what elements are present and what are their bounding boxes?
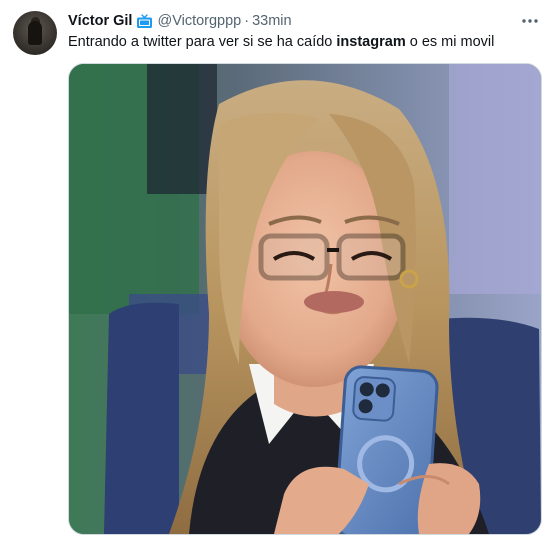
tv-icon [136, 13, 153, 29]
more-options-icon[interactable] [518, 13, 542, 29]
tweet-text: Entrando a twitter para ver si se ha caí… [68, 32, 494, 52]
tweet-text-after: o es mi movil [405, 34, 495, 50]
tweet-card[interactable]: Víctor Gil @Victorgppp · 33min Entrando … [0, 0, 552, 535]
avatar[interactable] [13, 11, 57, 55]
tweet-text-before: Entrando a twitter para ver si se ha caí… [68, 34, 337, 50]
author-name[interactable]: Víctor Gil [68, 13, 132, 29]
author-handle[interactable]: @Victorgppp [157, 13, 241, 29]
tweet-text-bold: instagram [336, 34, 406, 50]
avatar-figure [28, 21, 42, 45]
separator-dot: · [244, 13, 250, 29]
tweet-timestamp[interactable]: 33min [252, 13, 292, 29]
tweet-media-image[interactable] [68, 63, 542, 535]
meme-photo [69, 64, 541, 534]
tweet-header: Víctor Gil @Victorgppp · 33min [68, 11, 292, 31]
